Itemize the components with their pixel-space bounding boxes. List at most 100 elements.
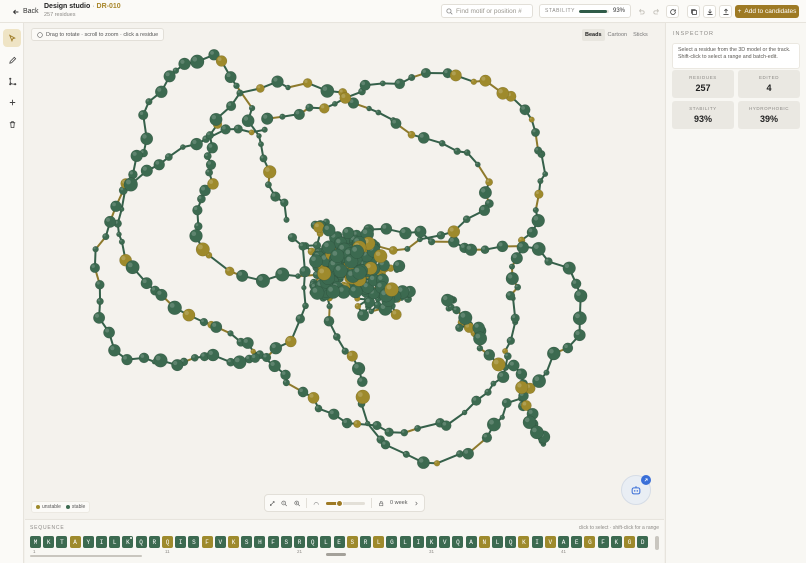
residue-bead[interactable] — [380, 222, 393, 235]
residue-bead[interactable] — [275, 267, 290, 282]
residue-bead[interactable] — [293, 108, 305, 121]
residue-bead[interactable] — [532, 374, 547, 389]
residue-cell[interactable]: E — [571, 536, 583, 548]
residue-bead[interactable] — [283, 216, 290, 223]
residue-bead[interactable] — [463, 149, 471, 157]
residue-bead[interactable] — [478, 204, 491, 217]
residue-bead[interactable] — [462, 447, 475, 460]
residue-bead[interactable] — [440, 420, 452, 431]
residue-bead[interactable] — [544, 257, 553, 266]
residue-bead[interactable] — [471, 395, 482, 406]
residue-bead[interactable] — [484, 388, 492, 396]
residue-bead[interactable] — [364, 420, 371, 427]
sequence-vertical-scrollbar[interactable] — [655, 536, 659, 550]
residue-bead[interactable] — [529, 425, 544, 440]
residue-bead[interactable] — [496, 240, 509, 253]
residue-bead[interactable] — [262, 165, 277, 179]
view-mode-sticks[interactable]: Sticks — [630, 29, 651, 41]
residue-bead[interactable] — [110, 200, 122, 213]
residue-bead[interactable] — [531, 213, 545, 228]
residue-cell[interactable]: K — [426, 536, 437, 548]
residue-bead[interactable] — [319, 103, 330, 114]
residue-bead[interactable] — [516, 241, 530, 254]
residue-bead[interactable] — [330, 248, 345, 264]
residue-bead[interactable] — [236, 269, 249, 282]
delete-button[interactable] — [3, 115, 21, 133]
residue-bead[interactable] — [530, 127, 541, 137]
residue-bead[interactable] — [182, 308, 196, 322]
reset-button[interactable] — [666, 5, 679, 18]
zoom-in-icon[interactable] — [294, 500, 300, 507]
residue-bead[interactable] — [485, 178, 494, 187]
view-mode-beads[interactable]: Beads — [582, 29, 605, 41]
residue-bead[interactable] — [449, 69, 462, 82]
residue-bead[interactable] — [279, 198, 289, 208]
search-input[interactable] — [456, 7, 532, 15]
residue-bead[interactable] — [394, 78, 406, 90]
residue-bead[interactable] — [270, 191, 281, 202]
residue-bead[interactable] — [332, 332, 341, 341]
duplicate-button[interactable] — [687, 5, 700, 18]
residue-bead[interactable] — [447, 236, 460, 248]
residue-bead[interactable] — [480, 245, 490, 255]
residue-bead[interactable] — [317, 266, 332, 281]
residue-bead[interactable] — [302, 302, 309, 310]
residue-bead[interactable] — [89, 262, 101, 274]
residue-bead[interactable] — [233, 82, 240, 90]
residue-bead[interactable] — [248, 104, 256, 112]
residue-bead[interactable] — [190, 353, 199, 362]
residue-bead[interactable] — [199, 317, 209, 327]
residue-bead[interactable] — [572, 311, 587, 326]
back-button[interactable]: Back — [8, 5, 43, 18]
residue-bead[interactable] — [205, 131, 215, 140]
residue-bead[interactable] — [354, 302, 362, 310]
residue-cell[interactable]: D — [637, 536, 649, 548]
residue-bead[interactable] — [461, 409, 468, 416]
residue-bead[interactable] — [140, 277, 153, 290]
residue-bead[interactable] — [499, 414, 506, 421]
residue-bead[interactable] — [140, 132, 154, 146]
residue-bead[interactable] — [297, 386, 309, 398]
residue-bead[interactable] — [295, 314, 306, 324]
residue-bead[interactable] — [510, 252, 523, 265]
residue-bead[interactable] — [224, 71, 237, 84]
residue-bead[interactable] — [322, 223, 336, 237]
residue-cell[interactable]: Q — [452, 536, 464, 548]
residue-bead[interactable] — [462, 215, 471, 224]
residue-bead[interactable] — [537, 177, 544, 185]
residue-bead[interactable] — [326, 303, 333, 310]
residue-cell[interactable]: K — [228, 536, 239, 548]
residue-bead[interactable] — [215, 55, 228, 67]
residue-bead[interactable] — [179, 144, 186, 151]
residue-bead[interactable] — [138, 109, 149, 121]
residue-bead[interactable] — [348, 284, 363, 299]
sequence-scroll-thumb[interactable] — [326, 553, 346, 556]
residue-cell[interactable]: R — [148, 536, 160, 548]
residue-bead[interactable] — [155, 288, 168, 302]
residue-bead[interactable] — [416, 456, 430, 470]
residue-bead[interactable] — [359, 79, 371, 91]
residue-bead[interactable] — [372, 420, 382, 431]
residue-bead[interactable] — [189, 229, 203, 243]
residue-bead[interactable] — [453, 147, 461, 156]
residue-cell[interactable]: A — [558, 536, 569, 548]
zoom-slider-handle[interactable] — [336, 499, 344, 507]
residue-cell[interactable]: S — [346, 536, 358, 548]
residue-bead[interactable] — [94, 279, 105, 290]
residue-cell[interactable]: V — [544, 536, 556, 548]
residue-cell[interactable]: I — [412, 536, 424, 548]
residue-cell[interactable]: Q — [505, 536, 517, 548]
residue-bead[interactable] — [506, 336, 516, 346]
residue-bead[interactable] — [528, 116, 535, 123]
residue-cell[interactable]: L — [399, 536, 411, 548]
frame-label[interactable]: 0 week — [390, 500, 407, 506]
residue-bead[interactable] — [145, 98, 153, 106]
residue-bead[interactable] — [414, 424, 422, 432]
residue-bead[interactable] — [279, 113, 286, 120]
residue-bead[interactable] — [96, 297, 104, 306]
residue-bead[interactable] — [388, 245, 398, 255]
residue-bead[interactable] — [380, 439, 391, 450]
residue-bead[interactable] — [140, 164, 153, 177]
residue-bead[interactable] — [154, 85, 168, 99]
residue-bead[interactable] — [102, 232, 110, 241]
